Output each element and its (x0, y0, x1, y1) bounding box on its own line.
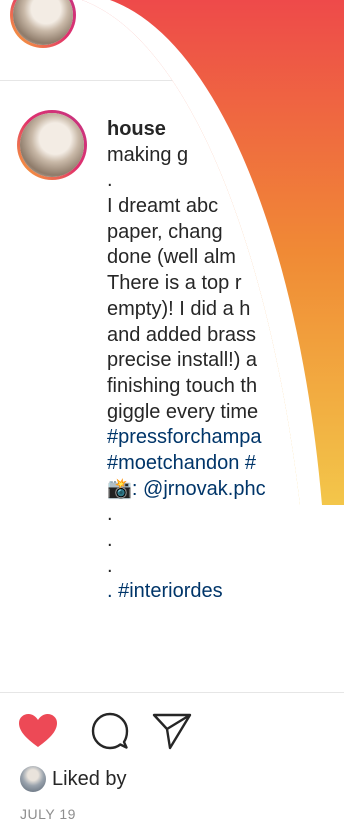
hashtag-link[interactable]: #moetchandon # (107, 451, 344, 477)
paper-plane-icon[interactable] (152, 712, 192, 750)
actions-divider (0, 692, 344, 693)
hashtag-link[interactable]: #pressforchampa (107, 425, 344, 451)
caption-line: and added brass (107, 323, 257, 346)
liked-by-avatar (20, 766, 46, 792)
post-username[interactable]: house (107, 117, 344, 143)
caption-line: There is a top r (107, 272, 242, 295)
top-avatar[interactable] (10, 0, 76, 48)
heart-filled-icon[interactable] (18, 713, 58, 749)
caption-line: finishing touch th (107, 374, 258, 397)
caption-line: . (107, 503, 113, 526)
post-date: JULY 19 (20, 806, 76, 822)
hashtag-link[interactable]: . #interiordes (107, 579, 344, 605)
caption-line: making g (107, 143, 189, 166)
liked-by-text[interactable]: Liked by (52, 768, 127, 791)
caption-line: I dreamt abc (107, 195, 219, 218)
post-avatar[interactable] (17, 110, 87, 180)
caption-line: paper, chang (107, 220, 223, 243)
caption-line: done (well alm (107, 246, 236, 269)
mention-link[interactable]: 📸: @jrnovak.phc (107, 477, 344, 503)
liked-by-row[interactable]: Liked by (20, 765, 127, 793)
post-actions (0, 700, 344, 760)
caption-line: . (107, 169, 113, 192)
caption-line: . (107, 529, 113, 551)
caption-line: empty)! I did a h (107, 297, 251, 320)
post-caption: house making g . I dreamt abc paper, cha… (107, 117, 344, 605)
caption-line: precise install!) a (107, 349, 258, 372)
previous-post-header (0, 0, 344, 81)
caption-line: giggle every time (107, 400, 259, 423)
comment-bubble-icon[interactable] (91, 712, 129, 750)
caption-line: . (107, 554, 113, 577)
liked-by-mask (190, 760, 344, 800)
